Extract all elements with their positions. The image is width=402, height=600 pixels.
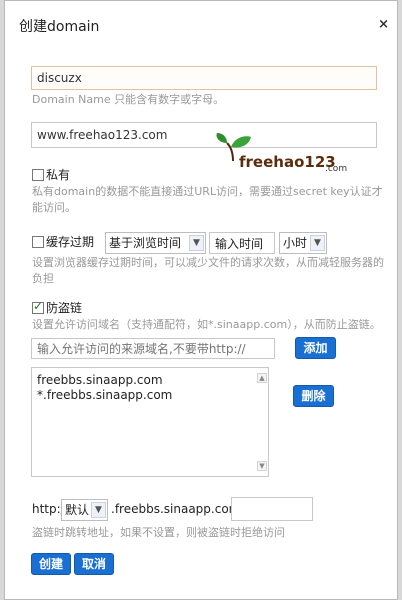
cache-hint: 设置浏览器缓存过期时间，可以减少文件的请求次数，从而减轻服务器的负担 — [32, 256, 384, 285]
chevron-down-icon: ▼ — [91, 502, 106, 518]
chevron-down-icon: ▼ — [310, 235, 325, 251]
allowed-domain-input[interactable] — [31, 338, 275, 359]
delete-domain-button[interactable]: 删除 — [293, 385, 334, 407]
close-icon[interactable]: × — [378, 17, 389, 32]
allowed-domains-list[interactable]: freebbs.sinaapp.com *.freebbs.sinaapp.co… — [31, 367, 269, 477]
dialog-title: 创建domain — [19, 19, 100, 35]
add-domain-button[interactable]: 添加 — [295, 337, 336, 359]
create-domain-dialog: 创建domain × Domain Name 只能含有数字或字母。 freeha… — [4, 0, 398, 600]
dialog-title-bar: 创建domain × — [5, 1, 397, 39]
cache-mode-select[interactable]: 基于浏览时间 ▼ — [105, 232, 206, 254]
scroll-down-icon[interactable]: ▼ — [257, 461, 267, 471]
chevron-down-icon: ▼ — [189, 235, 204, 251]
cache-checkbox[interactable] — [32, 235, 44, 248]
hotlink-label: 防盗链 — [46, 301, 83, 315]
hotlink-row: 防盗链 — [32, 299, 82, 316]
freehao123-logo: freehao123 .com — [215, 131, 348, 179]
cancel-button[interactable]: 取消 — [74, 553, 114, 575]
cache-mode-value: 基于浏览时间 — [109, 236, 182, 250]
redirect-hint: 盗链时跳转地址，如果不设置，则被盗链时拒绝访问 — [32, 526, 285, 539]
domain-name-input[interactable] — [31, 66, 377, 90]
redirect-domain: .freebbs.sinaapp.com/ — [111, 502, 245, 516]
private-hint: 私有domain的数据不能直接通过URL访问，需要通过secret key认证才… — [32, 185, 383, 214]
cache-label: 缓存过期 — [46, 235, 95, 249]
allowed-domain-item[interactable]: freebbs.sinaapp.com — [37, 373, 263, 388]
hotlink-checkbox[interactable] — [32, 299, 44, 314]
private-row: 私有 — [32, 166, 70, 183]
redirect-path-input[interactable] — [231, 497, 313, 521]
scroll-up-icon[interactable]: ▲ — [257, 373, 267, 383]
redirect-select[interactable]: 默认 ▼ — [61, 499, 108, 521]
cache-time-input[interactable] — [209, 232, 275, 254]
cache-row: 缓存过期 — [32, 233, 94, 250]
page-edge-right — [398, 0, 402, 600]
cache-unit-select[interactable]: 小时 ▼ — [279, 232, 327, 254]
logo-sub: .com — [325, 164, 348, 174]
logo-text: freehao123 — [239, 153, 336, 171]
cache-unit-value: 小时 — [283, 236, 308, 250]
domain-name-hint: Domain Name 只能含有数字或字母。 — [32, 93, 225, 106]
create-button[interactable]: 创建 — [31, 553, 71, 575]
allowed-domain-item[interactable]: *.freebbs.sinaapp.com — [37, 388, 263, 403]
hotlink-hint: 设置允许访问域名（支持通配符，如*.sinaapp.com），从而防止盗链。 — [32, 318, 381, 331]
redirect-select-value: 默认 — [65, 503, 90, 517]
private-checkbox[interactable] — [32, 168, 44, 181]
private-label: 私有 — [46, 168, 71, 182]
